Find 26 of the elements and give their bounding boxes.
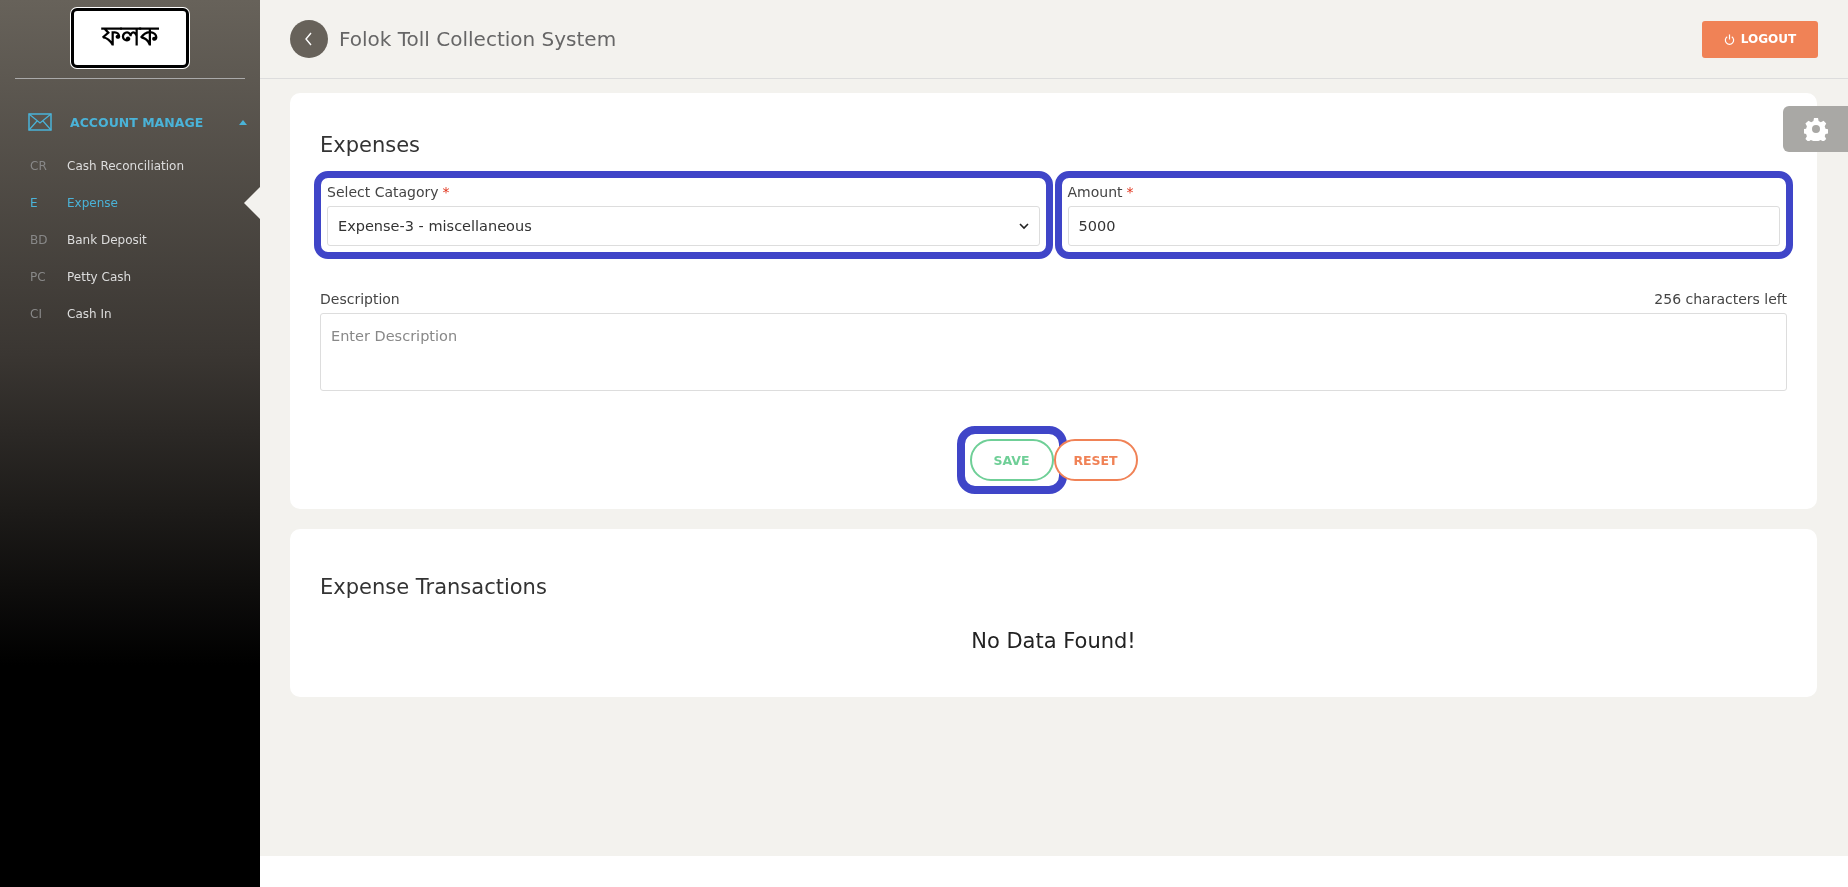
section-title: Expenses — [320, 133, 422, 157]
field-label: Select Catagory — [327, 184, 439, 200]
chevron-left-icon — [304, 32, 314, 46]
field-label: Description — [320, 291, 400, 307]
logo: ফলক — [71, 8, 189, 68]
amount-field[interactable]: 5000 — [1067, 206, 1780, 246]
envelope-icon — [28, 113, 52, 131]
back-button[interactable] — [290, 20, 328, 58]
sidebar-item[interactable]: CR Cash Reconciliation — [0, 147, 260, 184]
field-label: Amount — [1067, 184, 1123, 200]
character-counter: 256 characters left — [1654, 291, 1787, 307]
sidebar-item[interactable]: CI Cash In — [0, 295, 260, 332]
chevron-down-icon — [1018, 222, 1029, 230]
empty-message: No Data Found! — [970, 629, 1137, 653]
power-icon — [1723, 33, 1735, 45]
settings-icon — [1803, 117, 1828, 141]
app-title: Folok Toll Collection System — [339, 27, 618, 51]
sidebar-item[interactable]: BD Bank Deposit — [0, 221, 260, 258]
required-mark: * — [1126, 184, 1134, 200]
caret-icon — [239, 119, 248, 125]
description-field[interactable]: Enter Description — [320, 313, 1787, 391]
sidebar-item[interactable]: E Expense — [0, 184, 260, 221]
sidebar-item[interactable]: PC Petty Cash — [0, 258, 260, 295]
category-select[interactable]: Expense-3 - miscellaneous — [327, 206, 1040, 246]
required-mark: * — [442, 184, 450, 200]
section-title: Expense Transactions — [320, 575, 548, 599]
